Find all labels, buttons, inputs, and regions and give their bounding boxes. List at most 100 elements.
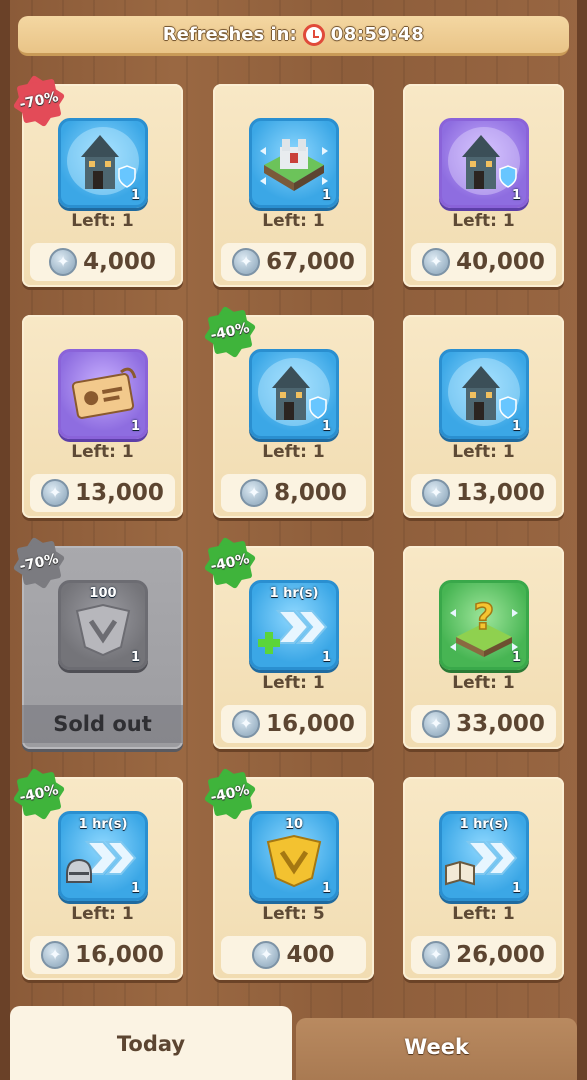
- item-price: 67,000: [266, 249, 355, 275]
- item-quantity: 1: [130, 188, 140, 203]
- item-amount: 10: [284, 817, 304, 832]
- silver-coin-icon: [422, 941, 451, 969]
- item-tile: 100 1: [58, 580, 148, 670]
- sold-out-label: Sold out: [22, 705, 183, 743]
- discount-badge: -70%: [9, 71, 68, 130]
- buy-button[interactable]: 67,000: [221, 243, 366, 281]
- buy-button[interactable]: 8,000: [221, 474, 366, 512]
- item-tile: 1 hr(s) 1: [439, 811, 529, 901]
- item-quantity: 1: [321, 881, 331, 896]
- stock-left: Left: 1: [262, 442, 325, 462]
- item-quantity: 1: [511, 881, 521, 896]
- shop-item-card[interactable]: 1 Left: 1 8,000 -40%: [209, 315, 374, 518]
- item-tile: 1: [58, 118, 148, 208]
- stock-left: Left: 1: [452, 904, 515, 924]
- item-tile: 1 hr(s) 1: [58, 811, 148, 901]
- stock-left: Left: 1: [71, 904, 134, 924]
- discount-badge: -70%: [9, 533, 68, 592]
- shop-item-card[interactable]: 1 hr(s) 1 Left: 1 16,000 -40%: [209, 546, 374, 749]
- stock-left: Left: 1: [262, 673, 325, 693]
- buy-button[interactable]: 16,000: [30, 936, 175, 974]
- item-quantity: 1: [511, 650, 521, 665]
- item-quantity: 1: [130, 881, 140, 896]
- silver-coin-icon: [422, 479, 451, 507]
- discount-badge: -40%: [200, 302, 259, 361]
- item-tile: 1: [249, 349, 339, 439]
- item-duration: 1 hr(s): [459, 817, 509, 832]
- buy-button[interactable]: 33,000: [411, 705, 556, 743]
- item-price: 26,000: [456, 942, 545, 968]
- item-tile: 1: [58, 349, 148, 439]
- item-duration: 1 hr(s): [269, 586, 319, 601]
- item-price: 16,000: [75, 942, 164, 968]
- stock-left: Left: 1: [452, 673, 515, 693]
- tab-week[interactable]: Week: [296, 1018, 577, 1080]
- item-tile: 1: [249, 118, 339, 208]
- discount-badge: -40%: [200, 533, 259, 592]
- frame-left-edge: [0, 0, 10, 1080]
- item-duration: 1 hr(s): [78, 817, 128, 832]
- shop-item-card[interactable]: 1 Left: 1 13,000: [22, 315, 183, 518]
- item-price: 40,000: [456, 249, 545, 275]
- item-tile: 1: [439, 118, 529, 208]
- silver-coin-icon: [232, 248, 261, 276]
- shop-item-card[interactable]: ? 1 Left: 1 33,000: [403, 546, 564, 749]
- stock-left: Left: 1: [71, 442, 134, 462]
- silver-coin-icon: [422, 710, 451, 738]
- stock-left: Left: 5: [262, 904, 325, 924]
- tab-today[interactable]: Today: [10, 1006, 292, 1080]
- item-quantity: 1: [321, 419, 331, 434]
- stock-left: Left: 1: [452, 442, 515, 462]
- item-price: 16,000: [266, 711, 355, 737]
- item-price: 33,000: [456, 711, 545, 737]
- shop-item-card[interactable]: 1 Left: 1 4,000 -70%: [18, 84, 183, 287]
- shop-item-card[interactable]: 1 Left: 1 67,000: [213, 84, 374, 287]
- frame-right-edge: [577, 0, 587, 1080]
- silver-coin-icon: [49, 248, 78, 276]
- item-quantity: 1: [321, 650, 331, 665]
- item-quantity: 1: [130, 650, 140, 665]
- buy-button[interactable]: 4,000: [30, 243, 175, 281]
- stock-left: Left: 1: [452, 211, 515, 231]
- item-price: 8,000: [274, 480, 347, 506]
- shop-item-card-sold-out: 100 1 Sold out -70%: [18, 546, 183, 749]
- shop-item-card[interactable]: 10 1 Left: 5 400 -40%: [209, 777, 374, 980]
- item-tile: 10 1: [249, 811, 339, 901]
- item-price: 400: [286, 942, 335, 968]
- silver-coin-icon: [422, 248, 451, 276]
- stock-left: Left: 1: [262, 211, 325, 231]
- buy-button[interactable]: 16,000: [221, 705, 366, 743]
- silver-coin-icon: [41, 941, 70, 969]
- refresh-timer-banner: Refreshes in: 08:59:48: [18, 16, 569, 56]
- shop-item-card[interactable]: 1 hr(s) 1 Left: 1 16,000 -40%: [18, 777, 183, 980]
- item-quantity: 1: [511, 188, 521, 203]
- buy-button[interactable]: 40,000: [411, 243, 556, 281]
- item-tile: 1: [439, 349, 529, 439]
- shop-item-card[interactable]: 1 hr(s) 1 Left: 1 26,000: [403, 777, 564, 980]
- discount-badge: -40%: [200, 764, 259, 823]
- clock-icon: [302, 23, 325, 46]
- refresh-label: Refreshes in:: [162, 24, 297, 45]
- buy-button[interactable]: 26,000: [411, 936, 556, 974]
- item-price: 13,000: [75, 480, 164, 506]
- silver-coin-icon: [252, 941, 281, 969]
- buy-button[interactable]: 400: [221, 936, 366, 974]
- item-price: 13,000: [456, 480, 545, 506]
- silver-coin-icon: [240, 479, 269, 507]
- item-quantity: 1: [511, 419, 521, 434]
- svg-text:?: ?: [474, 597, 495, 638]
- stock-left: Left: 1: [71, 211, 134, 231]
- item-tile: ? 1: [439, 580, 529, 670]
- buy-button[interactable]: 13,000: [411, 474, 556, 512]
- item-quantity: 1: [321, 188, 331, 203]
- shop-item-card[interactable]: 1 Left: 1 40,000: [403, 84, 564, 287]
- item-quantity: 1: [130, 419, 140, 434]
- item-amount: 100: [89, 586, 117, 601]
- discount-badge: -40%: [9, 764, 68, 823]
- silver-coin-icon: [41, 479, 70, 507]
- shop-item-card[interactable]: 1 Left: 1 13,000: [403, 315, 564, 518]
- buy-button[interactable]: 13,000: [30, 474, 175, 512]
- silver-coin-icon: [232, 710, 261, 738]
- item-tile: 1 hr(s) 1: [249, 580, 339, 670]
- refresh-countdown: 08:59:48: [330, 24, 425, 45]
